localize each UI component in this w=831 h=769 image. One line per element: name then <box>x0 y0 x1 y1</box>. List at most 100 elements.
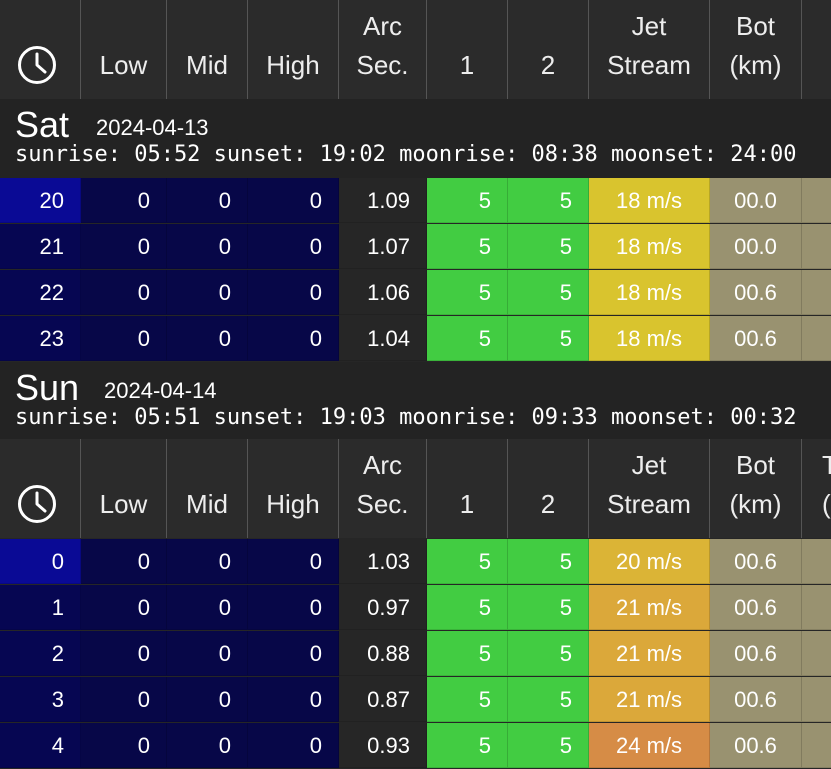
arc-sec-cell: 0.88 <box>339 631 427 676</box>
header-low-label: Low <box>99 50 148 80</box>
seeing-1-cell: 5 <box>427 270 508 315</box>
header-bot-km[interactable]: Bot (km) <box>710 439 802 538</box>
hour-cell: 4 <box>0 723 81 768</box>
header-low[interactable]: Low <box>81 0 167 99</box>
cloud-high-cell: 0 <box>248 631 339 676</box>
bot-km-cell: 00.6 <box>710 631 802 676</box>
header-low-label: Low <box>99 489 148 519</box>
day-header: Sun 2024-04-14 sunrise: 05:51 sunset: 19:0… <box>0 362 831 444</box>
header-seeing-2[interactable]: 2 <box>508 439 589 538</box>
header-low[interactable]: Low <box>81 439 167 538</box>
table-row[interactable]: 3 0 0 0 0.87 5 5 21 m/s 00.6 <box>0 677 831 723</box>
bot-km-cell: 00.6 <box>710 677 802 722</box>
header-time[interactable] <box>0 0 81 99</box>
table-row[interactable]: 1 0 0 0 0.97 5 5 21 m/s 00.6 <box>0 585 831 631</box>
arc-sec-cell: 1.03 <box>339 539 427 584</box>
table-row[interactable]: 0 0 0 0 1.03 5 5 20 m/s 00.6 <box>0 539 831 585</box>
header-bot-km[interactable]: Bot (km) <box>710 0 802 99</box>
cloud-low-cell: 0 <box>81 316 167 361</box>
cloud-high-cell: 0 <box>248 585 339 630</box>
table-row[interactable]: 4 0 0 0 0.93 5 5 24 m/s 00.6 <box>0 723 831 769</box>
header-high[interactable]: High <box>248 0 339 99</box>
jet-stream-cell: 18 m/s <box>589 178 710 223</box>
seeing-2-cell: 5 <box>508 677 589 722</box>
table-row[interactable]: 22 0 0 0 1.06 5 5 18 m/s 00.6 <box>0 270 831 316</box>
cloud-low-cell: 0 <box>81 585 167 630</box>
seeing-2-cell: 5 <box>508 316 589 361</box>
header-seeing-1-label: 1 <box>459 489 475 519</box>
header-arc-sec[interactable]: Arc Sec. <box>339 439 427 538</box>
bot-km-cell: 00.6 <box>710 585 802 630</box>
header-jet-stream[interactable]: Jet Stream <box>589 439 710 538</box>
header-high-label: High <box>266 50 320 80</box>
header-arc-sec-label: Sec. <box>356 50 409 80</box>
header-jet-stream-label: Jet <box>631 11 667 41</box>
day-date: 2024-04-14 <box>104 378 217 403</box>
day-header: Sat 2024-04-13 sunrise: 05:52 sunset: 19:0… <box>0 99 831 181</box>
cloud-mid-cell: 0 <box>167 631 248 676</box>
seeing-2-cell: 5 <box>508 723 589 768</box>
header-extra-partial <box>802 0 831 99</box>
header-seeing-2-label: 2 <box>540 489 556 519</box>
column-header-row: Low Mid High Arc Sec. 1 2 Jet Stream Bot (km) T( <box>0 439 831 538</box>
header-high-label: High <box>266 489 320 519</box>
extra-partial-cell <box>802 316 831 361</box>
cloud-mid-cell: 0 <box>167 178 248 223</box>
cloud-low-cell: 0 <box>81 677 167 722</box>
header-seeing-2[interactable]: 2 <box>508 0 589 99</box>
bot-km-cell: 00.6 <box>710 539 802 584</box>
jet-stream-cell: 21 m/s <box>589 677 710 722</box>
extra-partial-cell <box>802 270 831 315</box>
cloud-low-cell: 0 <box>81 631 167 676</box>
header-arc-sec-label: Arc <box>363 11 402 41</box>
bot-km-cell: 00.0 <box>710 178 802 223</box>
table-row[interactable]: 23 0 0 0 1.04 5 5 18 m/s 00.6 <box>0 316 831 362</box>
header-jet-stream-label: Stream <box>607 50 691 80</box>
header-time[interactable] <box>0 439 81 538</box>
table-row[interactable]: 2 0 0 0 0.88 5 5 21 m/s 00.6 <box>0 631 831 677</box>
header-seeing-2-label: 2 <box>540 50 556 80</box>
seeing-2-cell: 5 <box>508 585 589 630</box>
cloud-high-cell: 0 <box>248 224 339 269</box>
cloud-low-cell: 0 <box>81 539 167 584</box>
seeing-1-cell: 5 <box>427 631 508 676</box>
cloud-mid-cell: 0 <box>167 539 248 584</box>
cloud-high-cell: 0 <box>248 677 339 722</box>
header-seeing-1-label: 1 <box>459 50 475 80</box>
seeing-2-cell: 5 <box>508 224 589 269</box>
header-mid[interactable]: Mid <box>167 439 248 538</box>
hour-cell: 3 <box>0 677 81 722</box>
astro-info: sunrise: 05:51 sunset: 19:03 moonrise: 0… <box>15 405 797 430</box>
header-arc-sec[interactable]: Arc Sec. <box>339 0 427 99</box>
header-seeing-1[interactable]: 1 <box>427 439 508 538</box>
extra-partial-cell <box>802 723 831 768</box>
header-mid[interactable]: Mid <box>167 0 248 99</box>
arc-sec-cell: 1.06 <box>339 270 427 315</box>
seeing-2-cell: 5 <box>508 270 589 315</box>
header-jet-stream[interactable]: Jet Stream <box>589 0 710 99</box>
hour-cell: 0 <box>0 539 81 584</box>
header-high[interactable]: High <box>248 439 339 538</box>
arc-sec-cell: 0.87 <box>339 677 427 722</box>
arc-sec-cell: 1.09 <box>339 178 427 223</box>
hour-cell: 21 <box>0 224 81 269</box>
jet-stream-cell: 18 m/s <box>589 224 710 269</box>
table-row[interactable]: 21 0 0 0 1.07 5 5 18 m/s 00.0 <box>0 224 831 270</box>
bot-km-cell: 00.0 <box>710 224 802 269</box>
seeing-1-cell: 5 <box>427 224 508 269</box>
column-header-row: Low Mid High Arc Sec. 1 2 Jet Stream Bot (km) <box>0 0 831 99</box>
extra-partial-cell <box>802 677 831 722</box>
seeing-1-cell: 5 <box>427 677 508 722</box>
extra-partial-cell <box>802 631 831 676</box>
header-mid-label: Mid <box>186 489 228 519</box>
header-extra-partial[interactable]: T( <box>802 439 831 538</box>
hour-cell: 20 <box>0 178 81 223</box>
seeing-2-cell: 5 <box>508 631 589 676</box>
seeing-1-cell: 5 <box>427 585 508 630</box>
seeing-2-cell: 5 <box>508 178 589 223</box>
header-extra-partial-label: ( <box>822 489 831 519</box>
cloud-low-cell: 0 <box>81 270 167 315</box>
header-bot-km-label: Bot <box>735 11 776 41</box>
table-row[interactable]: 20 0 0 0 1.09 5 5 18 m/s 00.0 <box>0 178 831 224</box>
header-seeing-1[interactable]: 1 <box>427 0 508 99</box>
